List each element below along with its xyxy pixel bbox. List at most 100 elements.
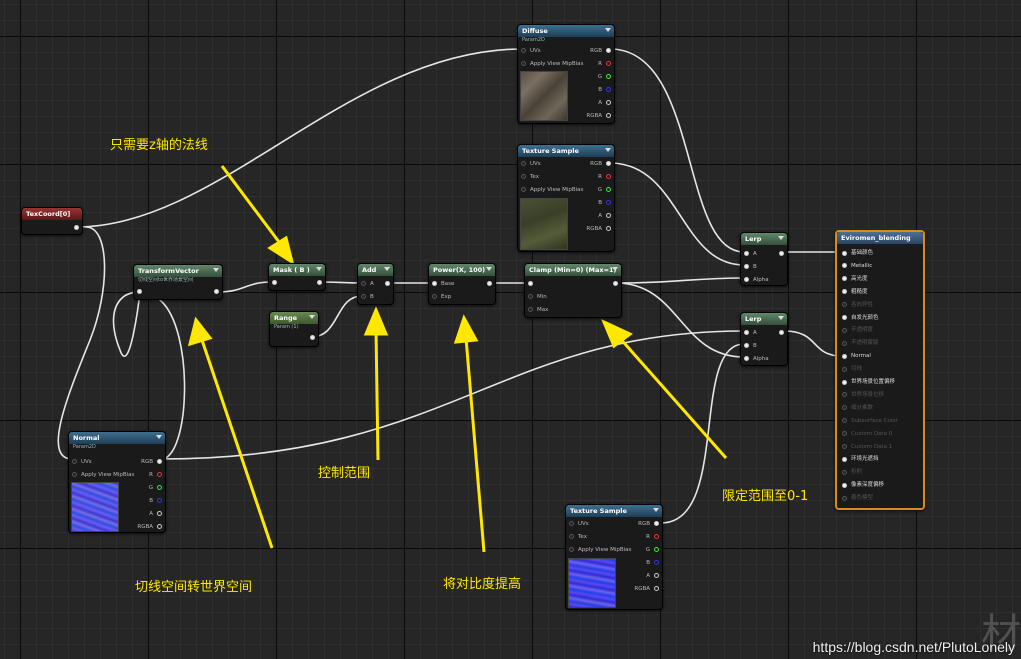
pin-dot[interactable] <box>521 48 526 53</box>
pin-dot[interactable] <box>606 48 611 53</box>
chevron-down-icon[interactable] <box>605 148 611 152</box>
pin-dot[interactable] <box>157 472 162 477</box>
chevron-down-icon[interactable] <box>486 267 492 271</box>
chevron-down-icon[interactable] <box>778 236 784 240</box>
pin-dot[interactable] <box>157 511 162 516</box>
pin-dot[interactable] <box>744 277 749 282</box>
material-input-pin[interactable] <box>842 456 847 462</box>
texcoord-node[interactable]: TexCoord[0] <box>21 207 83 235</box>
pin-dot[interactable] <box>744 356 749 361</box>
texture-sample-node-2[interactable]: Texture Sample UVs Tex Apply View MipBia… <box>565 504 663 610</box>
pin-dot[interactable] <box>606 61 611 66</box>
pin-dot[interactable] <box>432 281 437 286</box>
range-node[interactable]: Range Param (1) <box>269 311 319 347</box>
material-input-pin[interactable] <box>842 379 847 385</box>
chevron-down-icon[interactable] <box>213 268 219 272</box>
material-input-pin[interactable] <box>842 263 847 269</box>
pin-dot[interactable] <box>744 330 749 335</box>
power-node[interactable]: Power(X, 100) Base Exp <box>428 263 496 305</box>
pin-dot[interactable] <box>606 87 611 92</box>
normal-node[interactable]: Normal Param2D UVs Apply View MipBias RG… <box>68 431 166 533</box>
pin-dot[interactable] <box>654 534 659 539</box>
lerp-node-2[interactable]: Lerp A B Alpha <box>740 312 788 366</box>
transform-vector-node[interactable]: TransformVector 切线空间to世界场景空间 <box>133 264 223 300</box>
add-node[interactable]: Add A B <box>357 263 394 305</box>
chevron-down-icon[interactable] <box>612 267 618 271</box>
material-input-pin[interactable] <box>842 302 847 308</box>
material-input-pin[interactable] <box>842 418 847 424</box>
pin-dot[interactable] <box>137 289 142 294</box>
diffuse-node[interactable]: Diffuse Param2D UVs Apply View MipBias R… <box>517 24 615 124</box>
pin-dot[interactable] <box>521 161 526 166</box>
chevron-down-icon[interactable] <box>156 435 162 439</box>
pin-dot[interactable] <box>272 280 277 285</box>
material-result-node[interactable]: Eviromen_blending 基础颜色 Metallic 高光度 粗糙度 各向异性… <box>835 230 925 510</box>
material-input-pin[interactable] <box>842 431 847 437</box>
material-input-pin[interactable] <box>842 444 847 449</box>
material-input-pin[interactable] <box>842 327 847 333</box>
pin-dot[interactable] <box>744 251 749 256</box>
pin-dot[interactable] <box>606 200 611 205</box>
lerp-node-1[interactable]: Lerp A B Alpha <box>740 232 788 286</box>
pin-dot[interactable] <box>569 521 574 526</box>
pin-dot[interactable] <box>487 281 492 286</box>
pin-dot[interactable] <box>361 281 366 286</box>
pin-dot[interactable] <box>654 586 659 591</box>
material-input-pin[interactable] <box>842 289 847 295</box>
pin-dot[interactable] <box>72 459 77 464</box>
pin-dot[interactable] <box>157 485 162 490</box>
material-input-pin[interactable] <box>842 250 847 256</box>
material-input-pin[interactable] <box>842 366 847 372</box>
pin-dot[interactable] <box>569 534 574 539</box>
pin-dot[interactable] <box>744 343 749 348</box>
clamp-node[interactable]: Clamp (Min=0) (Max=1) Min Max <box>524 263 622 318</box>
pin-dot[interactable] <box>528 281 533 286</box>
pin-dot[interactable] <box>528 307 533 312</box>
pin-dot[interactable] <box>606 113 611 118</box>
pin-dot[interactable] <box>528 294 533 299</box>
pin-dot[interactable] <box>157 459 162 464</box>
chevron-down-icon[interactable] <box>316 267 322 271</box>
pin-dot[interactable] <box>157 498 162 503</box>
pin-dot[interactable] <box>72 472 77 477</box>
pin-dot[interactable] <box>654 573 659 578</box>
material-input-pin[interactable] <box>842 353 847 359</box>
pin-dot[interactable] <box>613 281 618 286</box>
pin-dot[interactable] <box>744 264 749 269</box>
chevron-down-icon[interactable] <box>653 508 659 512</box>
pin-dot[interactable] <box>654 521 659 526</box>
pin-dot[interactable] <box>606 161 611 166</box>
material-input-pin[interactable] <box>842 482 847 488</box>
pin-dot[interactable] <box>606 100 611 105</box>
chevron-down-icon[interactable] <box>778 316 784 320</box>
pin-dot[interactable] <box>606 74 611 79</box>
pin-dot[interactable] <box>606 174 611 179</box>
material-input-pin[interactable] <box>842 392 847 398</box>
pin-dot[interactable] <box>779 330 784 335</box>
pin-dot[interactable] <box>654 560 659 565</box>
pin-dot[interactable] <box>361 294 366 299</box>
pin-dot[interactable] <box>214 289 219 294</box>
pin-dot[interactable] <box>606 187 611 192</box>
material-input-pin[interactable] <box>842 495 847 501</box>
material-input-pin[interactable] <box>842 315 847 320</box>
material-input-pin[interactable] <box>842 276 847 282</box>
material-input-pin[interactable] <box>842 340 847 346</box>
pin-dot[interactable] <box>157 524 162 529</box>
texcoord-output-pin[interactable] <box>74 225 79 230</box>
chevron-down-icon[interactable] <box>605 28 611 32</box>
chevron-down-icon[interactable] <box>309 315 315 319</box>
pin-dot[interactable] <box>385 281 390 286</box>
pin-dot[interactable] <box>317 280 322 285</box>
pin-dot[interactable] <box>432 294 437 299</box>
pin-dot[interactable] <box>310 335 315 340</box>
pin-dot[interactable] <box>521 61 526 66</box>
pin-dot[interactable] <box>521 187 526 192</box>
pin-dot[interactable] <box>569 547 574 552</box>
chevron-down-icon[interactable] <box>384 267 390 271</box>
pin-dot[interactable] <box>654 547 659 552</box>
texture-sample-node-1[interactable]: Texture Sample UVs Tex Apply View MipBia… <box>517 144 615 252</box>
pin-dot[interactable] <box>779 251 784 256</box>
mask-node[interactable]: Mask ( B ) <box>268 263 326 291</box>
material-input-pin[interactable] <box>842 405 847 411</box>
